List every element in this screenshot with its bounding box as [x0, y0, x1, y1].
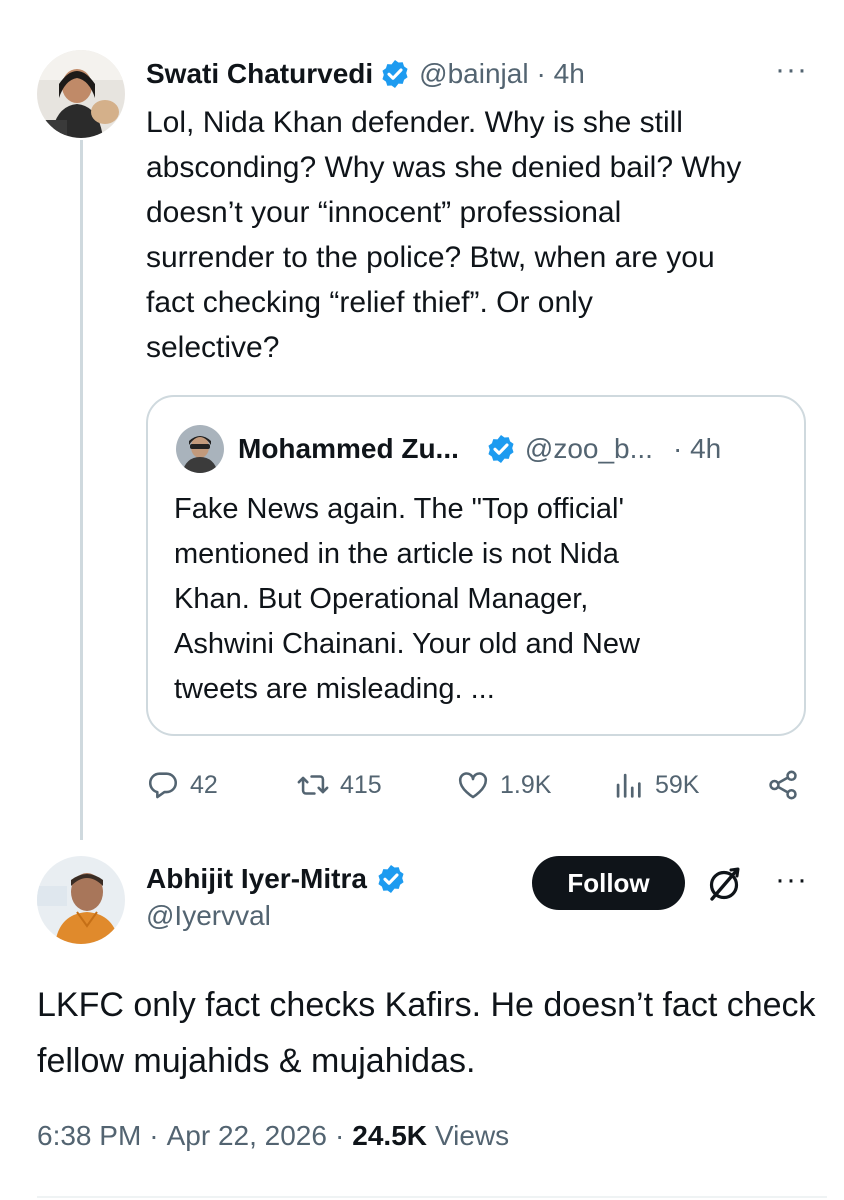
share-button[interactable] — [766, 760, 800, 810]
views-button[interactable]: 59K — [611, 760, 699, 810]
tweet-action-bar: 42 415 1.9K 59K — [146, 760, 816, 810]
author-handle[interactable]: @bainjal — [419, 58, 528, 90]
tweet-header: Swati Chaturvedi @bainjal · 4h — [146, 52, 585, 96]
quoted-tweet-header: Mohammed Zu... @zoo_b... · 4h — [238, 427, 788, 471]
quoted-author-handle: @zoo_b... — [524, 433, 653, 464]
meta-separator: · — [149, 1120, 159, 1151]
views-count: 24.5K — [352, 1120, 427, 1151]
repost-count: 415 — [340, 770, 382, 799]
author-avatar-image — [37, 856, 125, 944]
share-icon — [769, 770, 797, 800]
verified-badge-icon — [485, 433, 517, 465]
tweet-meta: 6:38 PM · Apr 22, 2026 · 24.5K Views — [37, 1120, 509, 1152]
meta-separator: · — [334, 1120, 345, 1151]
tweet-text: LKFC only fact checks Kafirs. He doesn’t… — [37, 986, 816, 1080]
quoted-author-name: Mohammed Zu... — [238, 433, 459, 464]
grok-icon[interactable] — [704, 864, 744, 904]
like-icon — [458, 772, 488, 799]
views-count: 59K — [655, 770, 700, 799]
more-options-icon[interactable]: ··· — [775, 55, 808, 85]
author-name[interactable]: Swati Chaturvedi — [146, 58, 373, 90]
divider — [37, 1196, 827, 1198]
more-options-icon[interactable]: ··· — [775, 865, 808, 895]
author-avatar-image — [37, 50, 125, 138]
author-handle[interactable]: @Iyervval — [146, 900, 271, 932]
reply-tweet-header: Abhijit Iyer-Mitra — [146, 858, 407, 900]
views-label: Views — [435, 1120, 510, 1151]
quoted-tweet-time: · 4h — [672, 433, 722, 464]
reply-count: 42 — [190, 770, 218, 799]
reply-icon — [148, 772, 178, 799]
like-count: 1.9K — [500, 770, 552, 799]
repost-icon — [297, 775, 329, 795]
verified-badge-icon — [379, 58, 411, 90]
tweet-timestamp[interactable]: 6:38 PM — [37, 1120, 141, 1152]
author-name[interactable]: Abhijit Iyer-Mitra — [146, 863, 367, 895]
verified-badge-icon — [375, 863, 407, 895]
reply-button[interactable]: 42 — [146, 760, 218, 810]
quoted-tweet-card[interactable]: Mohammed Zu... @zoo_b... · 4h Fake News … — [146, 395, 806, 736]
avatar[interactable] — [37, 856, 125, 944]
like-button[interactable]: 1.9K — [456, 760, 551, 810]
tweet-text: Lol, Nida Khan defender. Why is she stil… — [146, 106, 742, 364]
follow-button[interactable]: Follow — [532, 856, 685, 910]
avatar[interactable] — [37, 50, 125, 138]
tweet-time[interactable]: · 4h — [537, 58, 585, 90]
tweet-date[interactable]: Apr 22, 2026 — [167, 1120, 327, 1152]
repost-button[interactable]: 415 — [296, 760, 382, 810]
thread-connector-line — [80, 140, 83, 840]
quoted-author-avatar — [176, 425, 224, 473]
views-icon — [616, 773, 641, 798]
quoted-tweet-text: Fake News again. The "Top official' ment… — [174, 493, 640, 705]
